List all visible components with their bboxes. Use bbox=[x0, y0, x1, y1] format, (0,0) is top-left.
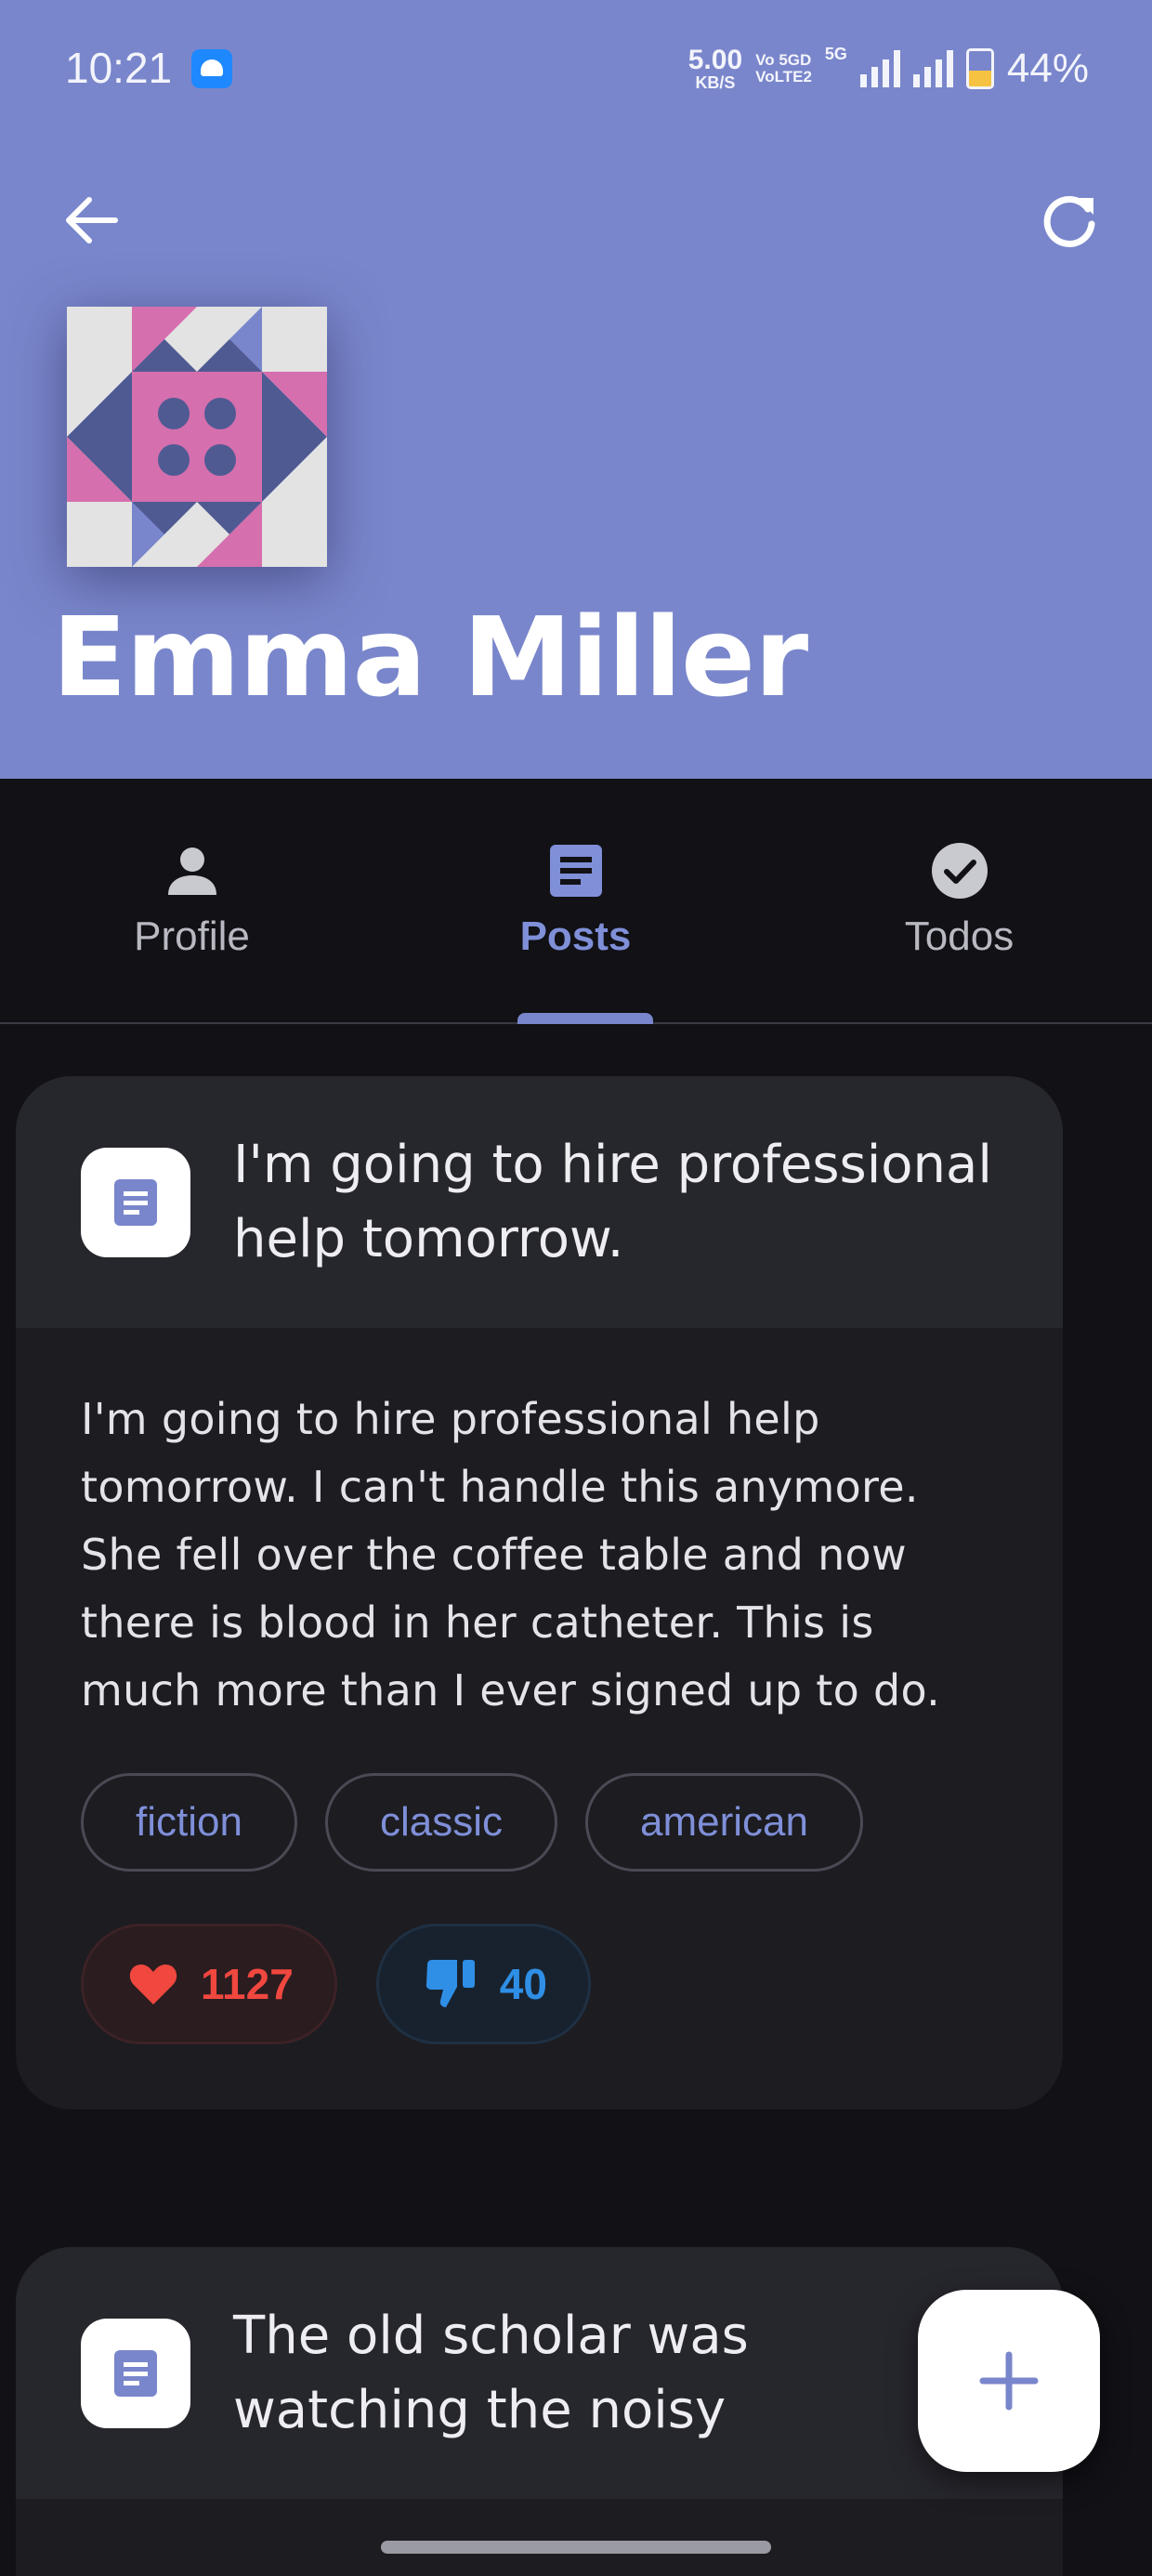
tag-chip[interactable]: american bbox=[584, 1773, 863, 1873]
profile-header: 10:21 5.00 KB/S Vo 5GD VoLTE2 5G 44% Emm… bbox=[0, 0, 1152, 779]
check-circle-icon bbox=[931, 843, 988, 899]
tab-bar: Profile Posts Todos bbox=[0, 779, 1152, 1024]
status-bar: 10:21 5.00 KB/S Vo 5GD VoLTE2 5G 44% bbox=[0, 0, 1152, 139]
reactions: 1127 40 bbox=[81, 1924, 998, 2045]
post-badge bbox=[81, 1147, 190, 1257]
battery-icon bbox=[965, 48, 994, 89]
tab-label: Posts bbox=[519, 913, 632, 959]
document-icon bbox=[549, 845, 602, 897]
post-title: I'm going to hire professional help tomo… bbox=[233, 1135, 992, 1269]
tab-label: Profile bbox=[134, 913, 250, 959]
heart-icon bbox=[129, 1965, 177, 2005]
document-icon bbox=[114, 1178, 157, 1226]
battery-percent: 44% bbox=[1006, 46, 1089, 91]
user-name: Emma Miller bbox=[52, 593, 808, 721]
android-notification-icon bbox=[191, 49, 232, 88]
tag-chip[interactable]: classic bbox=[324, 1773, 557, 1873]
thumbs-down-icon bbox=[425, 1960, 475, 2008]
tab-todos[interactable]: Todos bbox=[767, 779, 1151, 1022]
plus-icon bbox=[979, 2351, 1039, 2411]
status-time: 10:21 bbox=[65, 44, 173, 92]
volte-indicator: Vo 5GD VoLTE2 bbox=[755, 51, 812, 85]
back-button[interactable] bbox=[52, 186, 130, 255]
post-badge bbox=[81, 2318, 190, 2428]
post-title: The old scholar was watching the noisy bbox=[233, 2306, 749, 2440]
tag-chip[interactable]: fiction bbox=[81, 1773, 297, 1873]
avatar bbox=[67, 307, 327, 567]
dislike-button[interactable]: 40 bbox=[375, 1924, 591, 2045]
signal-icon bbox=[859, 50, 900, 87]
post-body: I'm going to hire professional help tomo… bbox=[16, 1328, 1063, 2045]
document-icon bbox=[114, 2349, 157, 2397]
post-card[interactable]: I'm going to hire professional help tomo… bbox=[16, 1076, 1063, 2110]
status-indicators: 5.00 KB/S Vo 5GD VoLTE2 5G 44% bbox=[688, 43, 1089, 95]
network-type: 5G bbox=[824, 45, 847, 63]
arrow-left-icon bbox=[66, 197, 118, 243]
refresh-button[interactable] bbox=[1031, 182, 1109, 260]
signal-icon-2 bbox=[912, 50, 953, 87]
active-tab-indicator bbox=[517, 1013, 653, 1024]
like-button[interactable]: 1127 bbox=[81, 1924, 337, 2045]
person-icon bbox=[167, 848, 216, 895]
like-count: 1127 bbox=[201, 1960, 294, 2009]
tab-label: Todos bbox=[904, 913, 1015, 959]
network-speed: 5.00 KB/S bbox=[687, 45, 743, 92]
tab-profile[interactable]: Profile bbox=[0, 779, 384, 1022]
post-card[interactable]: The old scholar was watching the noisy bbox=[16, 2247, 1063, 2576]
home-indicator[interactable] bbox=[381, 2541, 771, 2554]
dislike-count: 40 bbox=[499, 1960, 547, 2009]
tag-list: fiction classic american bbox=[81, 1773, 998, 1873]
post-text: I'm going to hire professional help tomo… bbox=[81, 1394, 941, 1716]
tab-posts[interactable]: Posts bbox=[384, 779, 767, 1022]
post-header: I'm going to hire professional help tomo… bbox=[16, 1076, 1063, 1329]
post-header: The old scholar was watching the noisy bbox=[16, 2247, 1063, 2500]
add-post-button[interactable] bbox=[918, 2290, 1100, 2472]
refresh-icon bbox=[1043, 195, 1095, 247]
